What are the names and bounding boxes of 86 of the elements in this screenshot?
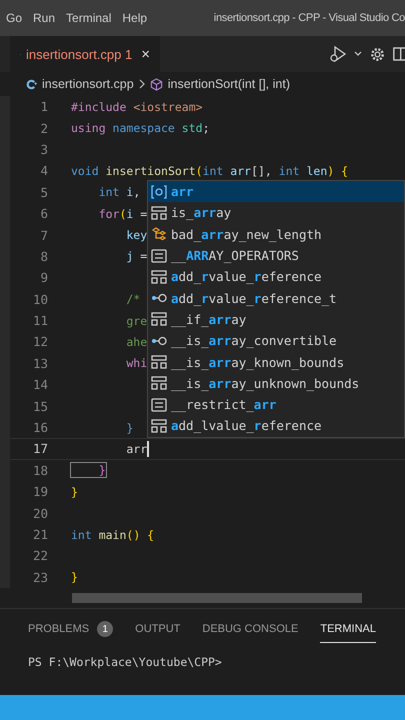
count-badge: 1 bbox=[97, 621, 114, 637]
list-icon bbox=[151, 248, 167, 263]
code-line: #include <iostream> bbox=[71, 100, 203, 114]
line-number: 8 bbox=[39, 248, 49, 264]
run-debug-icon[interactable] bbox=[329, 45, 347, 63]
line-number: 12 bbox=[32, 334, 49, 350]
suggestion-item[interactable]: arr bbox=[148, 181, 404, 202]
line-number: 16 bbox=[32, 420, 49, 436]
code-line: } bbox=[125, 420, 134, 435]
code-line: ahe bbox=[125, 334, 148, 349]
variable-icon bbox=[151, 184, 167, 199]
line-number: 23 bbox=[32, 570, 49, 585]
line-number: 19 bbox=[32, 484, 49, 500]
code-line: } bbox=[71, 463, 106, 478]
code-line: int main() { bbox=[71, 528, 154, 542]
structure-icon bbox=[151, 206, 167, 220]
text-cursor bbox=[147, 440, 149, 457]
editor-tab[interactable]: insertionsort.cpp 1 × bbox=[10, 36, 160, 72]
tab-label: insertionsort.cpp 1 bbox=[26, 46, 132, 62]
code-line: arr bbox=[125, 442, 148, 456]
structure-icon bbox=[151, 270, 167, 284]
code-line: whi bbox=[125, 356, 148, 370]
chevron-icon bbox=[138, 79, 145, 89]
list-icon bbox=[151, 398, 167, 412]
line-number: 17 bbox=[32, 441, 49, 456]
line-number: 1 bbox=[39, 99, 49, 114]
class-icon bbox=[151, 227, 167, 242]
close-icon[interactable]: × bbox=[141, 46, 150, 62]
line-number: 4 bbox=[39, 163, 49, 178]
menu-item[interactable]: Go bbox=[6, 11, 22, 25]
line-number: 10 bbox=[32, 292, 49, 307]
code-line: } bbox=[71, 570, 78, 584]
structure-icon bbox=[151, 418, 167, 433]
menu-item[interactable]: Run bbox=[33, 11, 56, 25]
suggestion-item[interactable]: __if_array bbox=[148, 308, 404, 330]
code-line: key bbox=[125, 228, 148, 242]
terminal-prompt: PS F:\Workplace\Youtube\CPP> bbox=[28, 655, 223, 669]
suggestion-item[interactable]: __is_array_unknown_bounds bbox=[148, 372, 404, 394]
caret-icon[interactable] bbox=[354, 51, 362, 57]
structure-icon bbox=[151, 355, 167, 370]
line-number: 21 bbox=[32, 527, 49, 542]
suggestion-item[interactable]: __is_array_known_bounds bbox=[148, 351, 404, 373]
line-number: 11 bbox=[32, 313, 49, 328]
line-number: 9 bbox=[39, 270, 49, 286]
code-line: } bbox=[71, 484, 78, 499]
breadcrumb-item[interactable]: insertionsort.cpp bbox=[42, 77, 134, 91]
code-line: using namespace std; bbox=[71, 121, 210, 136]
panel-tab[interactable]: PROBLEMS 1 bbox=[28, 621, 114, 643]
line-number: 15 bbox=[32, 398, 49, 414]
menu-item[interactable]: Terminal bbox=[66, 11, 112, 25]
gear-icon[interactable] bbox=[369, 46, 386, 62]
line-number: 14 bbox=[32, 377, 49, 392]
suggestion-item[interactable]: __restrict_arr bbox=[148, 394, 404, 416]
suggestion-item[interactable]: is_array bbox=[148, 202, 404, 224]
code-line: /* bbox=[125, 292, 140, 306]
line-number: 6 bbox=[39, 206, 49, 222]
structure-icon bbox=[151, 312, 167, 326]
line-number: 5 bbox=[39, 184, 49, 200]
suggestion-item[interactable]: __is_array_convertible bbox=[148, 330, 404, 352]
line-number: 13 bbox=[32, 356, 49, 371]
menu-item[interactable]: Help bbox=[122, 11, 148, 25]
suggestion-item[interactable]: add_rvalue_reference_t bbox=[148, 287, 404, 309]
line-number: 2 bbox=[39, 120, 49, 136]
suggestion-item[interactable]: bad_array_new_length bbox=[148, 224, 404, 245]
cube-icon bbox=[150, 78, 163, 90]
split-editor-icon[interactable] bbox=[393, 46, 405, 62]
line-number: 18 bbox=[32, 462, 49, 478]
suggestion-item[interactable]: __ARRAY_OPERATORS bbox=[148, 244, 404, 266]
line-number: 22 bbox=[32, 548, 49, 564]
code-line: j = bbox=[125, 249, 148, 264]
code-line: gre bbox=[125, 314, 148, 328]
code-line: void insertionSort(int arr[], int len) { bbox=[71, 164, 348, 178]
panel-tab[interactable]: OUTPUT bbox=[135, 621, 180, 643]
suggestion-item[interactable]: add_rvalue_reference bbox=[148, 266, 404, 288]
structure-icon bbox=[151, 376, 167, 390]
panel-tab[interactable]: DEBUG CONSOLE bbox=[202, 621, 298, 643]
scrollbar[interactable] bbox=[72, 593, 362, 603]
breadcrumb-item[interactable]: insertionSort(int [], int) bbox=[168, 77, 290, 91]
line-number: 20 bbox=[32, 506, 49, 521]
panel-tab[interactable]: TERMINAL bbox=[320, 621, 376, 643]
code-line: for(i = bbox=[98, 206, 148, 221]
line-number: 3 bbox=[39, 142, 49, 157]
line-number: 7 bbox=[39, 228, 49, 243]
window-title: insertionsort.cpp - CPP - Visual Studio Co bbox=[214, 12, 405, 24]
suggestion-item[interactable]: add_lvalue_reference bbox=[148, 415, 404, 437]
code-line: int i, bbox=[98, 185, 140, 200]
